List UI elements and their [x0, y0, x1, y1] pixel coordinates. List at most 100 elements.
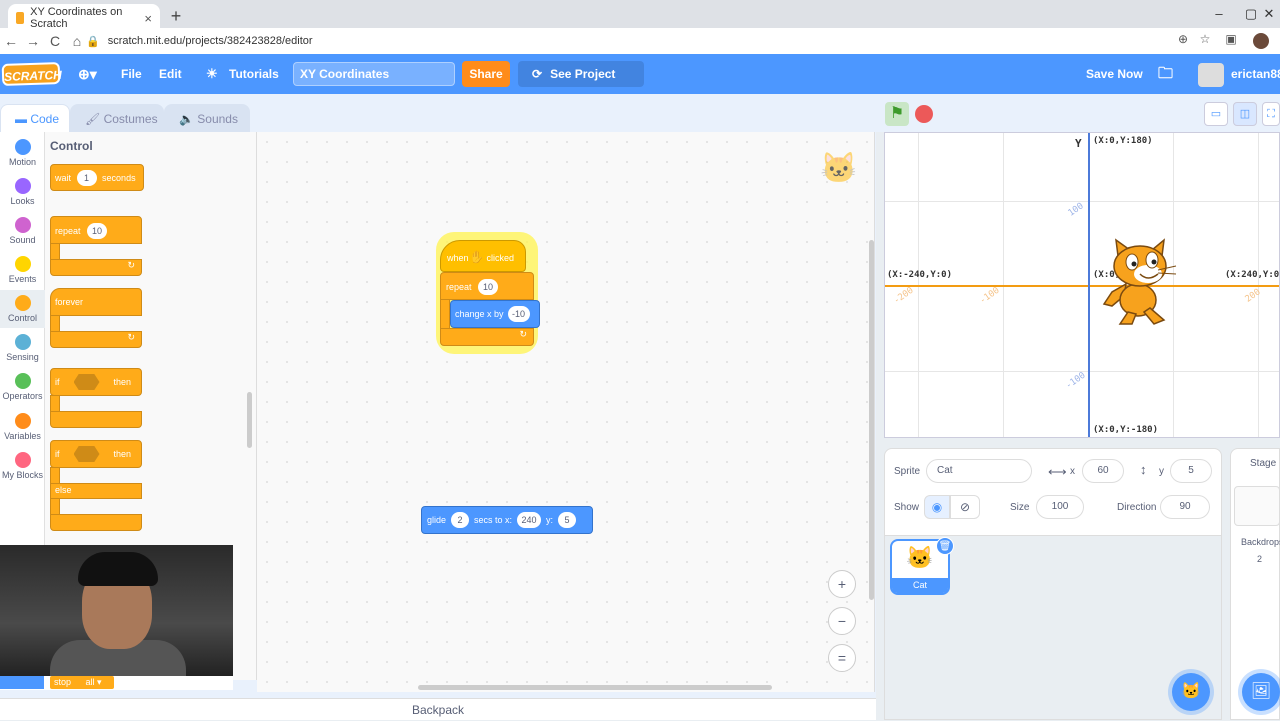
- username-label[interactable]: erictan88: [1231, 54, 1280, 94]
- loop-arrow-icon: ↻: [519, 329, 527, 339]
- change-x-by-block[interactable]: change x by -10: [450, 300, 540, 328]
- small-stage-icon[interactable]: ▭: [1204, 102, 1228, 126]
- speaker-icon: 🔈: [179, 112, 198, 126]
- zoom-out-button[interactable]: −: [828, 607, 856, 635]
- my-stuff-folder-icon[interactable]: 🗀: [1158, 54, 1173, 94]
- forever-block-arm: [50, 315, 60, 332]
- delete-sprite-icon[interactable]: 🗑: [936, 537, 954, 555]
- condition-slot[interactable]: [73, 446, 100, 462]
- backpack-bar[interactable]: Backpack: [0, 698, 876, 720]
- category-variables[interactable]: Variables: [0, 413, 45, 441]
- stop-sign-icon[interactable]: [915, 105, 933, 123]
- extension-icon[interactable]: ▣: [1222, 32, 1240, 50]
- category-events[interactable]: Events: [0, 256, 45, 284]
- tab-costumes[interactable]: 🖌 Costumes: [70, 104, 164, 132]
- scratch-logo[interactable]: SCRATCH: [1, 61, 62, 87]
- stop-dropdown[interactable]: all ▾: [86, 677, 102, 687]
- tab-close-icon[interactable]: ×: [144, 11, 152, 26]
- tab-sounds[interactable]: 🔈 Sounds: [164, 104, 250, 132]
- repeat-script-block[interactable]: repeat 10: [440, 272, 534, 300]
- category-my-blocks[interactable]: My Blocks: [0, 452, 45, 480]
- home-icon[interactable]: ⌂: [66, 33, 88, 49]
- glide-secs-input[interactable]: 2: [451, 512, 470, 528]
- bookmark-star-icon[interactable]: ☆: [1196, 32, 1214, 50]
- wait-block[interactable]: wait 1 seconds: [50, 164, 144, 191]
- minimize-button[interactable]: –: [1204, 6, 1234, 26]
- browser-profile-avatar[interactable]: [1253, 33, 1269, 49]
- palette-title: Control: [50, 139, 93, 153]
- forward-icon[interactable]: →: [22, 33, 44, 49]
- tick-x-200: 200: [1243, 287, 1263, 305]
- fullscreen-icon[interactable]: ⛶: [1262, 102, 1280, 126]
- y-position-input[interactable]: 5: [1170, 459, 1212, 483]
- save-now-button[interactable]: Save Now: [1086, 54, 1143, 94]
- category-control[interactable]: Control: [0, 295, 45, 323]
- repeat-input[interactable]: 10: [87, 223, 108, 239]
- if-label: if: [55, 377, 60, 387]
- category-operators[interactable]: Operators: [0, 373, 45, 401]
- x-arrows-icon: ⟷: [1048, 464, 1067, 479]
- forever-block[interactable]: forever: [50, 288, 142, 316]
- coord-top: (X:0,Y:180): [1093, 136, 1153, 146]
- cat-sprite[interactable]: [1098, 238, 1178, 326]
- x-position-input[interactable]: 60: [1082, 459, 1124, 483]
- reload-icon[interactable]: C: [44, 33, 66, 49]
- zoom-reset-button[interactable]: =: [828, 644, 856, 672]
- share-button[interactable]: Share: [462, 61, 510, 87]
- hide-eye-icon[interactable]: ⊘: [950, 495, 980, 519]
- zoom-icon[interactable]: ⊕: [1174, 32, 1192, 50]
- size-input[interactable]: 100: [1036, 495, 1084, 519]
- script-area[interactable]: [257, 132, 875, 692]
- add-backdrop-icon[interactable]: 🖼: [1242, 673, 1280, 711]
- back-icon[interactable]: ←: [0, 33, 22, 49]
- large-stage-icon[interactable]: ◫: [1233, 102, 1257, 126]
- palette-scrollbar[interactable]: [247, 392, 252, 448]
- condition-slot[interactable]: [73, 374, 100, 390]
- else-bar: else: [50, 483, 142, 499]
- language-icon[interactable]: ⊕▾: [78, 54, 97, 94]
- change-x-input[interactable]: -10: [507, 306, 530, 322]
- address-bar[interactable]: 🔒 scratch.mit.edu/projects/382423828/edi…: [86, 31, 1186, 51]
- category-motion[interactable]: Motion: [0, 139, 45, 167]
- direction-input[interactable]: 90: [1160, 495, 1210, 519]
- show-visible-eye-icon[interactable]: ◉: [924, 495, 950, 519]
- if-then-block[interactable]: if then: [50, 368, 142, 396]
- close-window-button[interactable]: ✕: [1254, 6, 1280, 26]
- glide-label: glide: [427, 515, 447, 525]
- glide-y-input[interactable]: 5: [558, 512, 577, 528]
- category-sensing[interactable]: Sensing: [0, 334, 45, 362]
- file-menu[interactable]: File: [121, 54, 142, 94]
- lightbulb-icon: ☀: [206, 66, 218, 81]
- repeat-block-foot: ↻: [50, 259, 142, 276]
- new-tab-button[interactable]: +: [166, 6, 186, 26]
- wait-input[interactable]: 1: [76, 170, 97, 186]
- clicked-label: clicked: [486, 253, 515, 263]
- stop-all-block[interactable]: stop all ▾: [50, 676, 114, 689]
- category-looks[interactable]: Looks: [0, 178, 45, 206]
- green-flag-icon[interactable]: ⚑: [885, 102, 909, 126]
- if-else-block[interactable]: if then: [50, 440, 142, 468]
- glide-x-input[interactable]: 240: [517, 512, 542, 528]
- repeat-label: repeat: [55, 226, 81, 236]
- see-project-page-button[interactable]: ⟳See Project Page: [518, 61, 644, 107]
- repeat-script-input[interactable]: 10: [478, 279, 499, 295]
- category-dot-icon: [14, 139, 31, 155]
- zoom-in-button[interactable]: +: [828, 570, 856, 598]
- sprite-name-input[interactable]: Cat: [926, 459, 1032, 483]
- stage-canvas[interactable]: Y (X:0,Y:180) (X:0,Y:-180) (X:-240,Y:0) …: [884, 132, 1280, 438]
- project-title-input[interactable]: XY Coordinates: [293, 62, 455, 86]
- category-sound[interactable]: Sound: [0, 217, 45, 245]
- add-sprite-cat-icon[interactable]: 🐱: [1172, 673, 1210, 711]
- tab-code[interactable]: ▬ Code: [0, 104, 70, 132]
- wait-label: wait: [55, 173, 72, 183]
- script-vscrollbar[interactable]: [869, 240, 874, 600]
- repeat-block[interactable]: repeat 10: [50, 216, 142, 244]
- tutorials-button[interactable]: Tutorials: [229, 54, 279, 94]
- edit-menu[interactable]: Edit: [159, 54, 182, 94]
- user-avatar[interactable]: [1198, 63, 1224, 87]
- backdrop-thumbnail: [1234, 486, 1280, 526]
- glide-to-xy-block[interactable]: glide 2 secs to x: 240 y: 5: [421, 506, 593, 534]
- repeat-script-label: repeat: [446, 282, 472, 292]
- category-dot-icon: [14, 334, 31, 350]
- script-hscrollbar[interactable]: [418, 685, 772, 690]
